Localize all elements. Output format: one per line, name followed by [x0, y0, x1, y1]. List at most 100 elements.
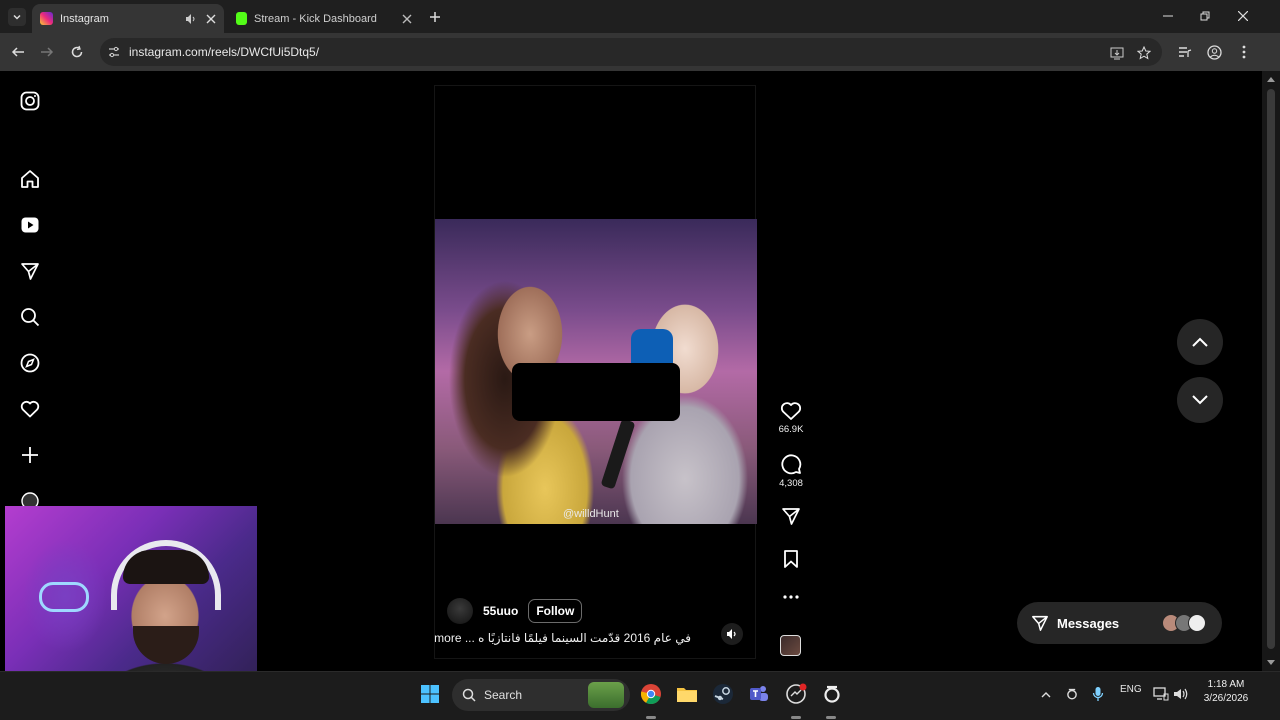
close-tab-icon[interactable] [400, 12, 414, 26]
close-tab-icon[interactable] [204, 12, 218, 26]
share-icon [782, 508, 800, 525]
bookmark-star-icon[interactable] [1136, 45, 1152, 61]
app-notification-icon[interactable] [784, 682, 808, 706]
instagram-favicon-icon [40, 12, 53, 25]
reload-button[interactable] [67, 42, 87, 62]
profile-button[interactable] [1204, 42, 1224, 62]
clock-time: 1:18 AM [1207, 679, 1245, 690]
address-bar[interactable]: instagram.com/reels/DWCfUi5Dtq5/ [100, 38, 1162, 66]
video-watermark: @willdHunt [563, 508, 619, 520]
search-highlight-image [588, 682, 624, 708]
bookmark-icon [784, 550, 798, 568]
tab-instagram[interactable]: Instagram [32, 4, 224, 33]
comment-count: 4,308 [779, 478, 803, 489]
back-button[interactable] [8, 42, 28, 62]
chevron-down-icon [1192, 395, 1208, 405]
like-action[interactable]: 66.9K [776, 401, 806, 435]
browser-menu-button[interactable] [1234, 42, 1254, 62]
follow-button[interactable]: Follow [528, 599, 583, 623]
obs-active-indicator [826, 716, 836, 719]
forward-button[interactable] [37, 42, 57, 62]
direct-messages-icon[interactable] [18, 259, 42, 283]
arrow-right-icon [41, 47, 54, 57]
close-icon [1238, 11, 1248, 21]
file-explorer-icon[interactable] [675, 682, 699, 706]
home-icon[interactable] [18, 167, 42, 191]
input-language[interactable]: ENG [1120, 684, 1142, 695]
minimize-icon [1163, 15, 1173, 17]
tab-title: Stream - Kick Dashboard [254, 12, 377, 25]
browser-toolbar: instagram.com/reels/DWCfUi5Dtq5/ [0, 33, 1280, 71]
reel-video[interactable]: @willdHunt [435, 219, 757, 524]
volume-tray-icon[interactable] [1169, 682, 1193, 706]
reels-icon[interactable] [18, 213, 42, 237]
messages-label: Messages [1057, 615, 1120, 631]
author-avatar[interactable] [447, 598, 473, 624]
minimize-button[interactable] [1157, 6, 1179, 26]
site-settings-icon[interactable] [106, 44, 122, 60]
taskbar-search-label: Search [484, 688, 523, 702]
new-tab-button[interactable] [426, 8, 444, 26]
chevron-up-icon [1041, 691, 1051, 697]
restore-icon [1200, 11, 1210, 21]
search-icon [462, 688, 476, 702]
obs-tray-icon[interactable] [1060, 682, 1084, 706]
share-action[interactable] [776, 506, 806, 526]
account-icon [1206, 44, 1222, 60]
save-action[interactable] [776, 549, 806, 569]
mute-button[interactable] [721, 623, 743, 645]
notifications-heart-icon[interactable] [18, 397, 42, 421]
scroll-up-arrow-icon[interactable] [1267, 75, 1275, 83]
explore-compass-icon[interactable] [18, 351, 42, 375]
clock-date: 3/26/2026 [1203, 693, 1249, 704]
direct-messages-icon [1032, 615, 1048, 631]
close-window-button[interactable] [1232, 6, 1254, 26]
plus-icon [430, 12, 440, 22]
speaker-icon[interactable] [184, 12, 198, 26]
reel-caption[interactable]: في عام 2016 قدّمت السينما فيلمًا فانتازي… [434, 631, 691, 645]
teams-icon[interactable] [747, 682, 771, 706]
avatar [1188, 614, 1206, 632]
media-controls-button[interactable] [1175, 42, 1195, 62]
show-hidden-icons-button[interactable] [1034, 682, 1058, 706]
more-vertical-icon [1242, 45, 1246, 59]
more-horizontal-icon [783, 595, 799, 599]
like-count: 66.9K [778, 424, 804, 435]
author-username[interactable]: 55uuo [483, 604, 518, 618]
video-black-overlay [512, 363, 680, 421]
chrome-active-indicator [646, 716, 656, 719]
more-options-action[interactable] [776, 595, 806, 599]
media-queue-icon [1179, 47, 1192, 57]
chrome-icon[interactable] [639, 682, 663, 706]
comment-action[interactable]: 4,308 [776, 453, 806, 489]
neon-gamepad-image [39, 582, 89, 612]
chevron-down-icon [13, 14, 21, 20]
search-icon[interactable] [18, 305, 42, 329]
messages-button[interactable]: Messages [1017, 602, 1222, 644]
windows-start-icon[interactable] [418, 682, 442, 706]
reel-player[interactable]: @willdHunt 55uuo Follow في عام 2016 قدّم… [434, 85, 757, 659]
microphone-tray-icon[interactable] [1086, 682, 1110, 706]
reload-icon [71, 45, 83, 58]
kick-favicon-icon [236, 12, 247, 25]
scroll-down-arrow-icon[interactable] [1267, 659, 1275, 667]
scroll-thumb[interactable] [1267, 89, 1275, 649]
obs-studio-icon[interactable] [820, 682, 844, 706]
tab-search-dropdown[interactable] [8, 8, 26, 26]
screen: Instagram Stream - Kick Dashboard instag… [0, 0, 1280, 720]
previous-reel-button[interactable] [1177, 319, 1223, 365]
app-active-indicator [791, 716, 801, 719]
reel-author-row: 55uuo Follow [447, 598, 583, 624]
heart-icon [780, 402, 802, 420]
taskbar-search[interactable]: Search [452, 679, 630, 711]
install-app-icon[interactable] [1109, 45, 1125, 61]
steam-icon[interactable] [711, 682, 735, 706]
original-audio-thumbnail[interactable] [780, 635, 801, 656]
next-reel-button[interactable] [1177, 377, 1223, 423]
system-clock[interactable]: 1:18 AM 3/26/2026 [1200, 678, 1252, 706]
create-plus-icon[interactable] [18, 443, 42, 467]
instagram-logo-icon[interactable] [18, 89, 42, 113]
page-scrollbar[interactable] [1262, 71, 1280, 671]
restore-button[interactable] [1194, 6, 1216, 26]
tab-kick-dashboard[interactable]: Stream - Kick Dashboard [228, 4, 420, 33]
